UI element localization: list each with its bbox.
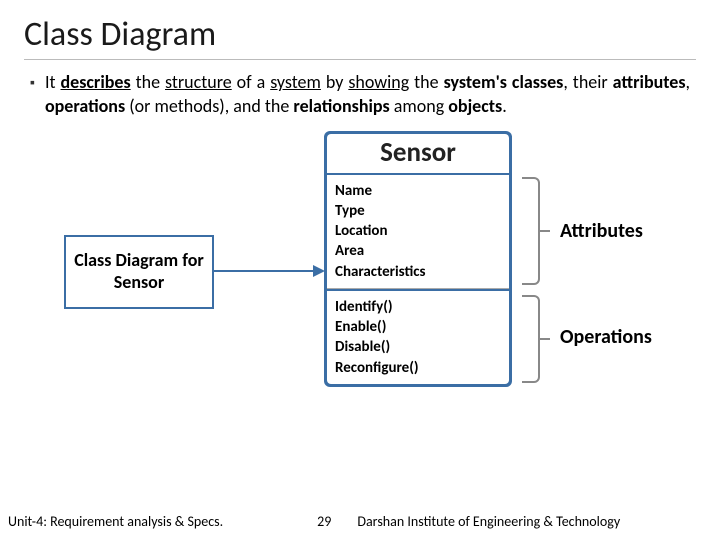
class-attributes: Name Type Location Area Characteristics [327,175,509,289]
t: of a [237,71,266,93]
brace-operations-icon [522,295,540,383]
t: It [45,71,56,93]
op-row: Disable() [335,337,501,357]
t: (or methods), and the [125,95,293,117]
t: system's classes [444,71,564,93]
t: . [502,95,507,117]
op-row: Identify() [335,297,501,317]
t: attributes [613,71,686,93]
footer-page-number: 29 [317,513,331,530]
t: describes [61,71,131,93]
diagram-label-box: Class Diagram for Sensor [64,235,214,309]
attr-row: Location [335,221,501,241]
t: the [136,71,160,93]
label-attributes: Attributes [560,219,643,243]
footer-left: Unit-4: Requirement analysis & Specs. [8,513,223,530]
t: , [686,71,691,93]
op-row: Reconfigure() [335,358,501,378]
t: , their [563,71,612,93]
bullet-item: ▪ It describes the structure of a system… [24,70,696,119]
bullet-marker: ▪ [30,74,35,119]
bullet-text: It describes the structure of a system b… [45,70,690,119]
t: the [414,71,438,93]
t: showing [348,71,409,93]
class-operations: Identify() Enable() Disable() Reconfigur… [327,291,509,384]
attr-row: Type [335,201,501,221]
op-row: Enable() [335,317,501,337]
footer-bar: Unit-4: Requirement analysis & Specs. 29… [0,513,720,530]
t: system [270,71,321,93]
t: objects [448,95,502,117]
diagram-area: Class Diagram for Sensor Sensor Name Typ… [24,119,696,479]
label-operations: Operations [560,325,652,349]
t: among [390,95,449,117]
arrow-line-icon [214,270,319,272]
class-box: Sensor Name Type Location Area Character… [324,131,512,387]
class-name: Sensor [327,134,509,173]
footer-right: Darshan Institute of Engineering & Techn… [357,513,712,530]
attr-row: Area [335,241,501,261]
diagram-label-text: Class Diagram for Sensor [66,250,212,293]
attr-row: Characteristics [335,262,501,282]
t: by [326,71,344,93]
brace-attributes-icon [522,177,540,285]
t: structure [165,71,232,93]
page-title: Class Diagram [24,14,696,60]
t: relationships [293,95,389,117]
attr-row: Name [335,181,501,201]
t: operations [45,95,125,117]
